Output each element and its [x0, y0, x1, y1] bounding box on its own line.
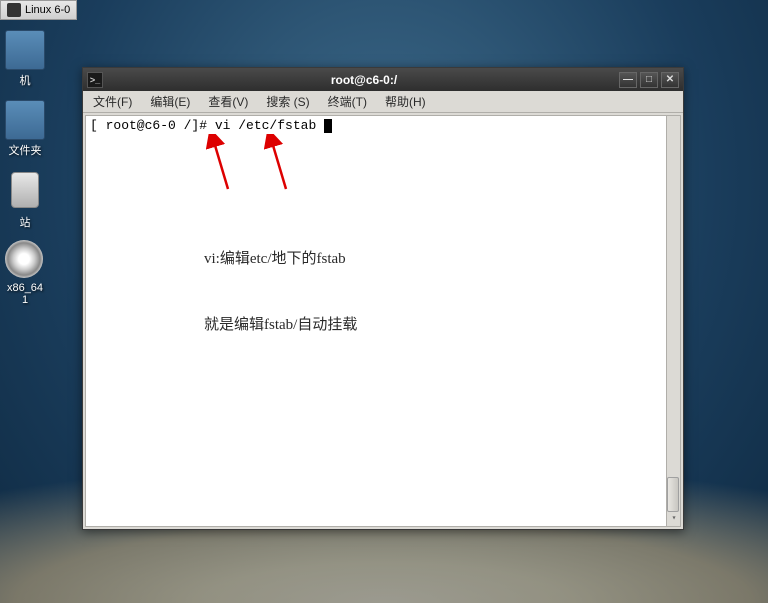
- disc-icon: [5, 240, 45, 280]
- cursor: [324, 119, 332, 133]
- close-button[interactable]: ✕: [661, 72, 679, 88]
- scrollbar-thumb[interactable]: [667, 477, 679, 512]
- menu-terminal[interactable]: 终端(T): [322, 91, 373, 112]
- desktop-icon-folder[interactable]: 文件夹: [0, 100, 55, 158]
- maximize-button[interactable]: □: [640, 72, 658, 88]
- menu-help[interactable]: 帮助(H): [379, 91, 432, 112]
- desktop-icon-disc[interactable]: x86_64 1: [0, 240, 55, 306]
- icon-label: 文件夹: [0, 142, 55, 158]
- scrollbar-down[interactable]: ▾: [667, 512, 681, 526]
- terminal-app-icon: >_: [87, 72, 103, 88]
- terminal-icon: [7, 3, 21, 17]
- titlebar[interactable]: >_ root@c6-0:/ — □ ✕: [83, 68, 683, 91]
- terminal-body[interactable]: [ root@c6-0 /]# vi /etc/fstab vi:编辑etc/地…: [85, 115, 681, 527]
- desktop-icon-computer[interactable]: 机: [0, 30, 55, 88]
- annotation-line-2: 就是编辑fstab/自动挂载: [204, 314, 357, 336]
- window-title: root@c6-0:/: [109, 73, 619, 87]
- folder-icon: [5, 100, 45, 140]
- icon-label: x86_64 1: [0, 282, 55, 306]
- taskbar-item[interactable]: Linux 6-0: [0, 0, 77, 20]
- taskbar-label: Linux 6-0: [25, 4, 70, 16]
- minimize-button[interactable]: —: [619, 72, 637, 88]
- terminal-line: [ root@c6-0 /]# vi /etc/fstab: [90, 118, 676, 134]
- trash-icon: [5, 172, 45, 212]
- prompt: [ root@c6-0 /]#: [90, 118, 215, 133]
- arrow-annotation-1: [206, 134, 236, 194]
- menu-file[interactable]: 文件(F): [87, 91, 138, 112]
- annotation-line-1: vi:编辑etc/地下的fstab: [204, 248, 357, 270]
- menu-edit[interactable]: 编辑(E): [144, 91, 196, 112]
- arrow-annotation-2: [264, 134, 294, 194]
- computer-icon: [5, 30, 45, 70]
- menu-view[interactable]: 查看(V): [202, 91, 254, 112]
- command: vi /etc/fstab: [215, 118, 324, 133]
- icon-label: 站: [0, 214, 55, 230]
- menubar: 文件(F) 编辑(E) 查看(V) 搜索 (S) 终端(T) 帮助(H): [83, 91, 683, 113]
- annotation-text: vi:编辑etc/地下的fstab 就是编辑fstab/自动挂载: [204, 204, 357, 380]
- terminal-window: >_ root@c6-0:/ — □ ✕ 文件(F) 编辑(E) 查看(V) 搜…: [82, 67, 684, 530]
- desktop-icon-trash[interactable]: 站: [0, 170, 55, 230]
- menu-search[interactable]: 搜索 (S): [260, 91, 315, 112]
- scrollbar[interactable]: ▾: [666, 116, 680, 526]
- icon-label: 机: [0, 72, 55, 88]
